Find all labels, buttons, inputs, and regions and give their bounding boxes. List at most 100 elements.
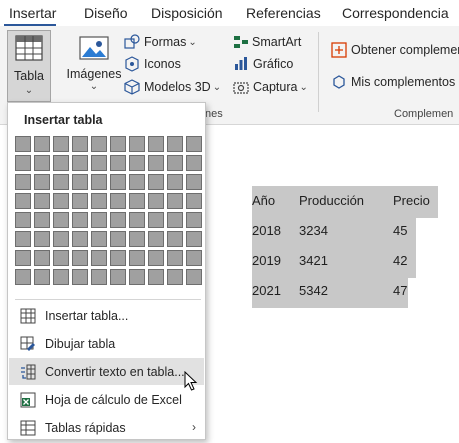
grid-cell[interactable] [167,269,183,285]
grid-cell[interactable] [15,136,31,152]
grid-cell[interactable] [72,193,88,209]
grid-cell[interactable] [129,155,145,171]
grid-cell[interactable] [167,155,183,171]
grid-cell[interactable] [186,250,202,266]
grid-cell[interactable] [91,193,107,209]
grid-cell[interactable] [53,250,69,266]
grid-cell[interactable] [110,136,126,152]
grid-cell[interactable] [148,250,164,266]
menu-item-convert-text[interactable]: Convertir texto en tabla... [9,358,204,385]
grid-cell[interactable] [186,212,202,228]
chart-button[interactable]: Gráfico [233,56,293,72]
table-header-cell[interactable]: Año [252,186,299,216]
grid-cell[interactable] [167,250,183,266]
grid-cell[interactable] [34,269,50,285]
grid-cell[interactable] [129,212,145,228]
grid-cell[interactable] [15,155,31,171]
table-cell[interactable]: 2021 [252,276,299,306]
grid-cell[interactable] [186,136,202,152]
table-cell[interactable]: 5342 [299,276,393,306]
grid-cell[interactable] [34,212,50,228]
grid-cell[interactable] [167,231,183,247]
grid-cell[interactable] [15,193,31,209]
grid-cell[interactable] [91,250,107,266]
grid-cell[interactable] [110,155,126,171]
grid-cell[interactable] [72,250,88,266]
table-cell[interactable]: 2018 [252,216,299,246]
grid-cell[interactable] [110,269,126,285]
models3d-button[interactable]: Modelos 3D ⌄ [124,79,221,95]
grid-cell[interactable] [110,212,126,228]
grid-cell[interactable] [91,136,107,152]
table-cell[interactable]: 45 [393,216,439,246]
grid-cell[interactable] [167,136,183,152]
grid-cell[interactable] [167,212,183,228]
grid-cell[interactable] [91,212,107,228]
get-addins-button[interactable]: Obtener complemen [331,42,459,58]
tab-diseno[interactable]: Diseño [84,5,128,21]
grid-cell[interactable] [72,136,88,152]
shapes-button[interactable]: Formas ⌄ [124,34,197,50]
grid-cell[interactable] [53,174,69,190]
grid-cell[interactable] [148,155,164,171]
tab-disposicion[interactable]: Disposición [151,5,223,21]
grid-cell[interactable] [110,193,126,209]
grid-cell[interactable] [53,193,69,209]
grid-cell[interactable] [72,155,88,171]
grid-cell[interactable] [148,193,164,209]
table-cell[interactable]: 3421 [299,246,393,276]
images-button[interactable]: Imágenes ⌄ [66,36,122,92]
tab-correspondencia[interactable]: Correspondencia [342,5,449,21]
grid-cell[interactable] [186,174,202,190]
grid-cell[interactable] [53,212,69,228]
grid-cell[interactable] [91,174,107,190]
grid-cell[interactable] [148,231,164,247]
grid-cell[interactable] [34,136,50,152]
grid-cell[interactable] [34,193,50,209]
menu-item-insert-table[interactable]: Insertar tabla... [9,302,204,329]
grid-cell[interactable] [72,269,88,285]
grid-cell[interactable] [129,136,145,152]
grid-cell[interactable] [15,212,31,228]
grid-cell[interactable] [186,231,202,247]
grid-cell[interactable] [129,193,145,209]
grid-cell[interactable] [148,174,164,190]
table-cell[interactable]: 42 [393,246,439,276]
table-cell[interactable]: 47 [393,276,439,306]
grid-cell[interactable] [53,231,69,247]
table-header-cell[interactable]: Producción [299,186,393,216]
grid-cell[interactable] [15,269,31,285]
grid-cell[interactable] [34,231,50,247]
tab-referencias[interactable]: Referencias [246,5,321,21]
grid-cell[interactable] [72,212,88,228]
grid-cell[interactable] [15,231,31,247]
grid-cell[interactable] [34,155,50,171]
my-addins-button[interactable]: Mis complementos [331,74,455,90]
grid-cell[interactable] [53,136,69,152]
table-cell[interactable]: 2019 [252,246,299,276]
grid-cell[interactable] [15,174,31,190]
grid-cell[interactable] [148,212,164,228]
tab-insertar[interactable]: Insertar [9,5,56,21]
grid-cell[interactable] [15,250,31,266]
grid-cell[interactable] [167,174,183,190]
grid-cell[interactable] [91,231,107,247]
grid-cell[interactable] [129,269,145,285]
grid-cell[interactable] [167,193,183,209]
grid-cell[interactable] [34,250,50,266]
grid-cell[interactable] [129,174,145,190]
grid-cell[interactable] [53,155,69,171]
grid-cell[interactable] [148,269,164,285]
menu-item-quick-tables[interactable]: Tablas rápidas › [9,414,204,441]
grid-cell[interactable] [186,269,202,285]
grid-cell[interactable] [91,269,107,285]
menu-item-excel-sheet[interactable]: Hoja de cálculo de Excel [9,386,204,413]
grid-cell[interactable] [129,231,145,247]
grid-cell[interactable] [34,174,50,190]
capture-button[interactable]: Captura ⌄ [233,79,308,95]
grid-cell[interactable] [110,174,126,190]
table-header-cell[interactable]: Precio [393,186,439,216]
grid-cell[interactable] [110,231,126,247]
grid-cell[interactable] [148,136,164,152]
grid-cell[interactable] [72,174,88,190]
